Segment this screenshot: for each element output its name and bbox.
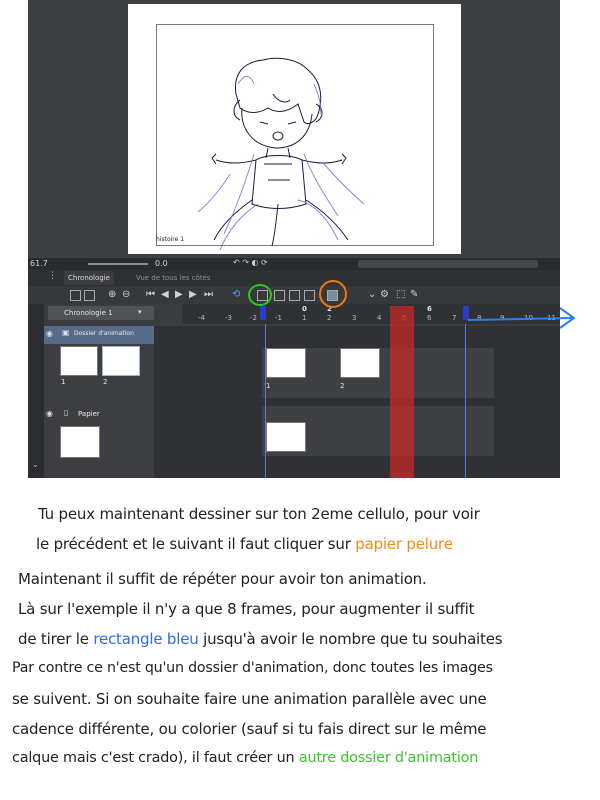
text-line: le précédent et le suivant il faut cliqu…: [36, 535, 453, 553]
text-line: de tirer le rectangle bleu jusqu'à avoir…: [18, 630, 503, 648]
text-line: Maintenant il suffit de répéter pour avo…: [18, 570, 427, 588]
text-line: Là sur l'exemple il n'y a que 8 frames, …: [18, 600, 475, 618]
text-line: se suivent. Si on souhaite faire une ani…: [12, 690, 487, 708]
text-line: calque mais c'est crado), il faut créer …: [12, 750, 479, 766]
highlight-rectangle-bleu: rectangle bleu: [93, 630, 199, 648]
green-circle: [248, 284, 272, 306]
blue-arrow: [467, 307, 576, 329]
text-line: Par contre ce n'est qu'un dossier d'anim…: [12, 660, 493, 676]
highlight-autre-dossier: autre dossier d'animation: [298, 750, 479, 766]
orange-circle: [319, 280, 347, 308]
annotation-layer: [248, 280, 576, 329]
highlight-papier-pelure: papier pelure: [355, 535, 453, 553]
text-line: cadence différente, ou colorier (sauf si…: [12, 720, 487, 738]
text-line: Tu peux maintenant dessiner sur ton 2eme…: [38, 505, 480, 523]
